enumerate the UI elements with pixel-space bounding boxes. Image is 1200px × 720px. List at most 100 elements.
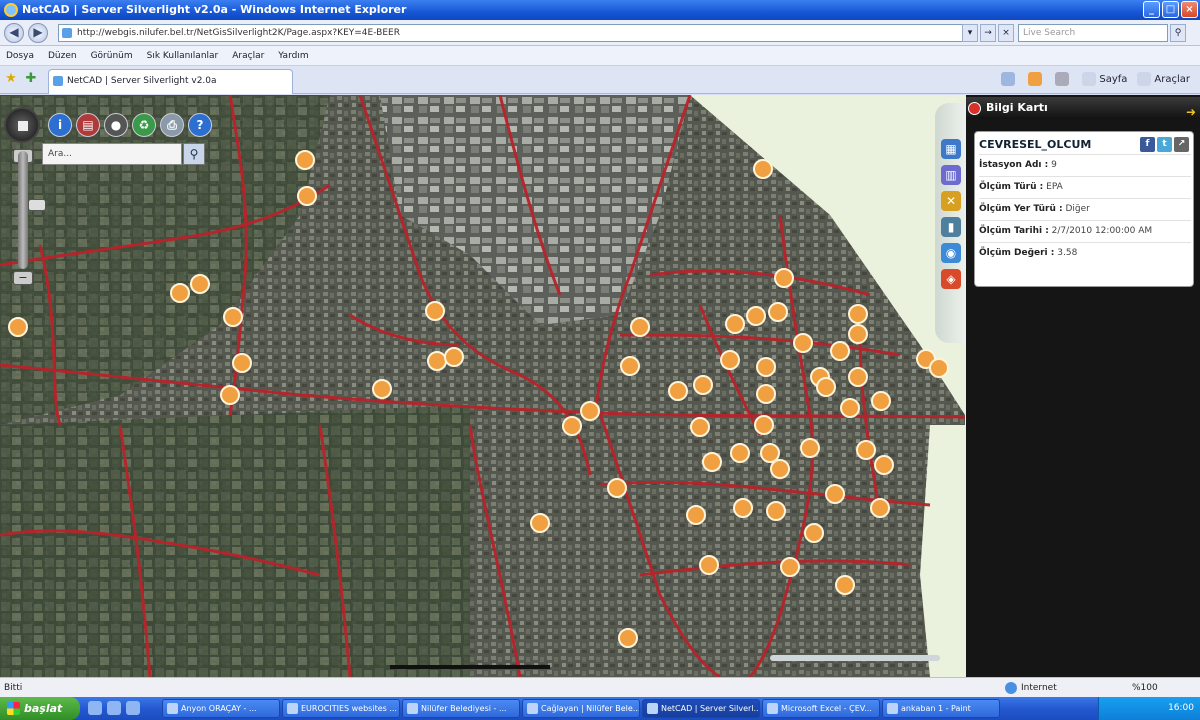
satellite-map[interactable] (0, 95, 965, 677)
live-search-input[interactable]: Live Search (1018, 24, 1168, 42)
buildings-icon[interactable]: ▥ (941, 165, 961, 185)
measurement-marker[interactable] (766, 501, 786, 521)
url-field[interactable]: http://webgis.nilufer.bel.tr/NetGisSilve… (58, 24, 976, 42)
taskbar-item[interactable]: Anyon ORAÇAY - ... (162, 699, 280, 718)
measurement-marker[interactable] (223, 307, 243, 327)
measurement-marker[interactable] (562, 416, 582, 436)
menu-view[interactable]: Görünüm (91, 51, 133, 61)
browser-tab[interactable]: NetCAD | Server Silverlight v2.0a (48, 69, 293, 94)
measurement-marker[interactable] (848, 324, 868, 344)
measurement-marker[interactable] (232, 353, 252, 373)
share-icon[interactable]: ↗ (1174, 137, 1189, 152)
measurement-marker[interactable] (848, 304, 868, 324)
measurement-marker[interactable] (871, 391, 891, 411)
measurement-marker[interactable] (793, 333, 813, 353)
taskbar-item[interactable]: Microsoft Excel - ÇEV... (762, 699, 880, 718)
url-dropdown-button[interactable]: ▾ (962, 24, 978, 42)
globe-icon[interactable]: ◉ (941, 243, 961, 263)
start-button[interactable]: başlat (0, 697, 80, 720)
explorer-quicklaunch-icon[interactable] (126, 701, 140, 715)
map-search-input[interactable]: Ara... (42, 143, 182, 165)
desktop-quicklaunch-icon[interactable] (107, 701, 121, 715)
measurement-marker[interactable] (754, 415, 774, 435)
menu-file[interactable]: Dosya (6, 51, 34, 61)
measurement-marker[interactable] (630, 317, 650, 337)
add-favorite-icon[interactable]: ✚ (24, 72, 38, 86)
globe-icon[interactable]: ● (104, 113, 128, 137)
clipboard-icon[interactable]: ▤ (76, 113, 100, 137)
stop-button[interactable]: × (998, 24, 1014, 42)
measurement-marker[interactable] (830, 341, 850, 361)
measurement-marker[interactable] (725, 314, 745, 334)
measurement-marker[interactable] (720, 350, 740, 370)
home-command[interactable] (1001, 72, 1018, 86)
measurement-marker[interactable] (620, 356, 640, 376)
measurement-marker[interactable] (297, 186, 317, 206)
measurement-marker[interactable] (607, 478, 627, 498)
minimize-button[interactable]: _ (1143, 1, 1160, 18)
measurement-marker[interactable] (580, 401, 600, 421)
measurement-marker[interactable] (825, 484, 845, 504)
measurement-marker[interactable] (372, 379, 392, 399)
measurement-marker[interactable] (840, 398, 860, 418)
taskbar-item-active[interactable]: NetCAD | Server Silverl... (642, 699, 760, 718)
arrow-icon[interactable]: ➜ (1186, 101, 1196, 123)
measurement-marker[interactable] (427, 351, 447, 371)
twitter-icon[interactable]: t (1157, 137, 1172, 152)
measurement-marker[interactable] (295, 150, 315, 170)
facebook-icon[interactable]: f (1140, 137, 1155, 152)
measurement-marker[interactable] (804, 523, 824, 543)
menu-edit[interactable]: Düzen (48, 51, 77, 61)
trash-icon[interactable]: ▮ (941, 217, 961, 237)
measurement-marker[interactable] (756, 384, 776, 404)
measurement-marker[interactable] (425, 301, 445, 321)
measurement-marker[interactable] (780, 557, 800, 577)
measurement-marker[interactable] (768, 302, 788, 322)
measurement-marker[interactable] (753, 159, 773, 179)
measurement-marker[interactable] (668, 381, 688, 401)
taskbar-item[interactable]: Nilüfer Belediyesi - ... (402, 699, 520, 718)
feeds-command[interactable] (1028, 72, 1045, 86)
measurement-marker[interactable] (220, 385, 240, 405)
help-icon[interactable]: ? (188, 113, 212, 137)
forward-button[interactable]: ▶ (28, 23, 48, 43)
print-command[interactable] (1055, 72, 1072, 86)
taskbar-item[interactable]: Cağlayan | Nilüfer Bele... (522, 699, 640, 718)
close-icon[interactable] (968, 102, 981, 115)
measurement-marker[interactable] (770, 459, 790, 479)
pan-control[interactable] (4, 107, 40, 143)
measurement-marker[interactable] (618, 628, 638, 648)
map-scrollbar[interactable] (770, 655, 940, 661)
go-button[interactable]: → (980, 24, 996, 42)
measurement-marker[interactable] (760, 443, 780, 463)
printer-icon[interactable]: ⎙ (160, 113, 184, 137)
measurement-marker[interactable] (170, 283, 190, 303)
tools-icon[interactable]: ✕ (941, 191, 961, 211)
measurement-marker[interactable] (693, 375, 713, 395)
menu-tools[interactable]: Araçlar (232, 51, 264, 61)
measurement-marker[interactable] (190, 274, 210, 294)
page-menu[interactable]: Sayfa (1082, 72, 1127, 86)
search-icon[interactable]: ⚲ (1170, 24, 1186, 42)
zoom-slider[interactable] (18, 151, 46, 269)
taskbar-item[interactable]: ankaban 1 - Paint (882, 699, 1000, 718)
close-button[interactable]: × (1181, 1, 1198, 18)
measurement-marker[interactable] (774, 268, 794, 288)
measurement-marker[interactable] (746, 306, 766, 326)
taskbar-item[interactable]: EUROCITIES websites ... (282, 699, 400, 718)
zoom-slider-handle[interactable] (28, 199, 46, 211)
zoom-out-button[interactable]: − (13, 271, 33, 285)
recycle-icon[interactable]: ♻ (132, 113, 156, 137)
zoom-level[interactable]: %100 (1132, 679, 1158, 697)
maximize-button[interactable]: □ (1162, 1, 1179, 18)
measurement-marker[interactable] (8, 317, 28, 337)
magnifier-icon[interactable]: ⚲ (183, 143, 205, 165)
measurement-marker[interactable] (702, 452, 722, 472)
measurement-marker[interactable] (848, 367, 868, 387)
favorites-star-icon[interactable]: ★ (4, 72, 18, 86)
info-icon[interactable]: i (48, 113, 72, 137)
ie-quicklaunch-icon[interactable] (88, 701, 102, 715)
measurement-marker[interactable] (699, 555, 719, 575)
menu-favorites[interactable]: Sık Kullanılanlar (147, 51, 219, 61)
layers-icon[interactable]: ▦ (941, 139, 961, 159)
